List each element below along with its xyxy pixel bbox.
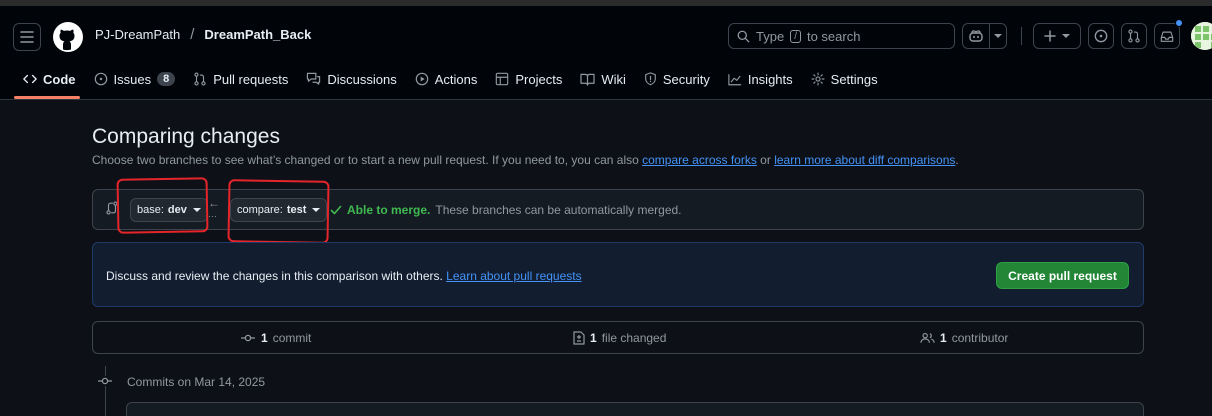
tab-insights-label: Insights [747,71,793,87]
tab-wiki-label: Wiki [601,71,626,87]
tab-projects-label: Projects [515,71,563,87]
git-commit-icon [97,376,113,386]
git-pull-request-icon [194,72,206,86]
github-logo-icon[interactable] [52,21,84,53]
tab-wiki[interactable]: Wiki [571,68,635,90]
tab-pull-requests[interactable]: Pull requests [184,68,297,90]
create-pull-request-button[interactable]: Create pull request [996,262,1129,289]
subtitle-or: or [760,153,771,167]
create-new-button[interactable] [1033,23,1081,49]
repo-owner-link[interactable]: PJ-DreamPath [95,27,180,42]
repo-name-link[interactable]: DreamPath_Back [204,27,311,42]
subtitle-period: . [955,153,959,167]
header-divider [1021,27,1022,45]
issue-opened-icon [1094,29,1108,43]
files-stat[interactable]: 1 file changed [573,331,666,345]
commits-date-heading: Commits on Mar 14, 2025 [127,375,266,389]
active-tab-indicator [14,96,80,99]
merge-status: Able to merge. These branches can be aut… [330,203,682,217]
tab-pull-requests-label: Pull requests [213,71,289,87]
your-issues-button[interactable] [1088,23,1114,49]
code-icon [23,74,37,84]
copilot-dropdown-button[interactable] [989,23,1007,49]
files-count: 1 [590,331,597,345]
tab-actions[interactable]: Actions [406,68,487,90]
pull-request-prompt-text: Discuss and review the changes in this c… [106,269,582,283]
learn-pull-requests-link[interactable]: Learn about pull requests [446,269,581,283]
chevron-down-icon [1062,34,1070,38]
graph-icon [728,73,741,85]
commits-label: commit [272,331,312,345]
check-icon [330,205,342,215]
tab-settings[interactable]: Settings [802,68,887,90]
file-diff-icon [573,331,585,345]
tab-security-label: Security [662,71,710,87]
git-commit-icon [241,334,255,342]
page-title: Comparing changes [92,125,280,148]
learn-diff-comparisons-link[interactable]: learn more about diff comparisons [774,153,955,167]
chevron-down-icon [994,34,1002,38]
arrow-left-icon: ←… [208,196,220,219]
repo-nav: Code Issues 8 Pull requests Discussions … [14,68,887,100]
annotation-compare-highlight [227,179,330,244]
menu-button[interactable] [13,23,41,51]
commits-stat[interactable]: 1 commit [240,331,311,345]
search-placeholder-prefix: Type [756,28,785,44]
merge-status-detail: These branches can be automatically merg… [435,203,682,217]
notification-dot [1175,19,1183,27]
tab-security[interactable]: Security [635,68,719,90]
merge-status-label: Able to merge. [347,203,431,217]
notifications-button[interactable] [1154,23,1180,49]
tab-actions-label: Actions [434,71,478,87]
commit-list [126,402,1144,416]
search-shortcut-key: / [790,29,801,43]
avatar[interactable] [1191,22,1212,50]
git-pull-request-icon [1128,29,1140,43]
gear-icon [811,72,825,86]
breadcrumb: PJ-DreamPath / DreamPath_Back [95,26,311,43]
prompt-description: Discuss and review the changes in this c… [106,269,443,283]
plus-icon [1044,30,1056,42]
tab-code-label: Code [43,71,76,87]
tab-issues[interactable]: Issues 8 [85,68,185,90]
copilot-button[interactable] [962,23,990,49]
inbox-icon [1160,31,1174,42]
tab-code[interactable]: Code [14,68,85,90]
tab-issues-label: Issues [113,71,152,87]
window-edge [0,0,1212,6]
tab-projects[interactable]: Projects [486,68,571,90]
issue-opened-icon [94,72,107,86]
search-placeholder-suffix: to search [806,28,861,44]
subtitle-text: Choose two branches to see what’s change… [92,153,639,167]
play-icon [415,72,429,86]
book-icon [580,73,595,86]
tab-discussions[interactable]: Discussions [297,68,405,90]
commits-count: 1 [261,331,268,345]
tab-settings-label: Settings [830,71,878,87]
hamburger-icon [20,31,34,43]
comment-discussion-icon [307,72,321,85]
search-icon [737,30,750,42]
your-pull-requests-button[interactable] [1121,23,1147,49]
breadcrumb-separator: / [190,26,195,43]
contributors-label: contributor [951,331,1009,345]
people-icon [920,332,935,343]
search-input[interactable]: Type / to search [728,23,955,49]
files-label: file changed [601,331,667,345]
page-subtitle: Choose two branches to see what’s change… [92,153,959,167]
issues-count-badge: 8 [157,72,176,86]
commit-timeline [105,366,106,416]
tab-insights[interactable]: Insights [719,68,802,90]
contributors-count: 1 [940,331,947,345]
table-icon [496,72,509,86]
contributors-stat[interactable]: 1 contributor [920,331,1008,345]
shield-icon [644,72,656,86]
compare-across-forks-link[interactable]: compare across forks [642,153,757,167]
copilot-icon [969,30,983,42]
annotation-base-highlight [116,177,209,234]
tab-discussions-label: Discussions [327,71,397,87]
